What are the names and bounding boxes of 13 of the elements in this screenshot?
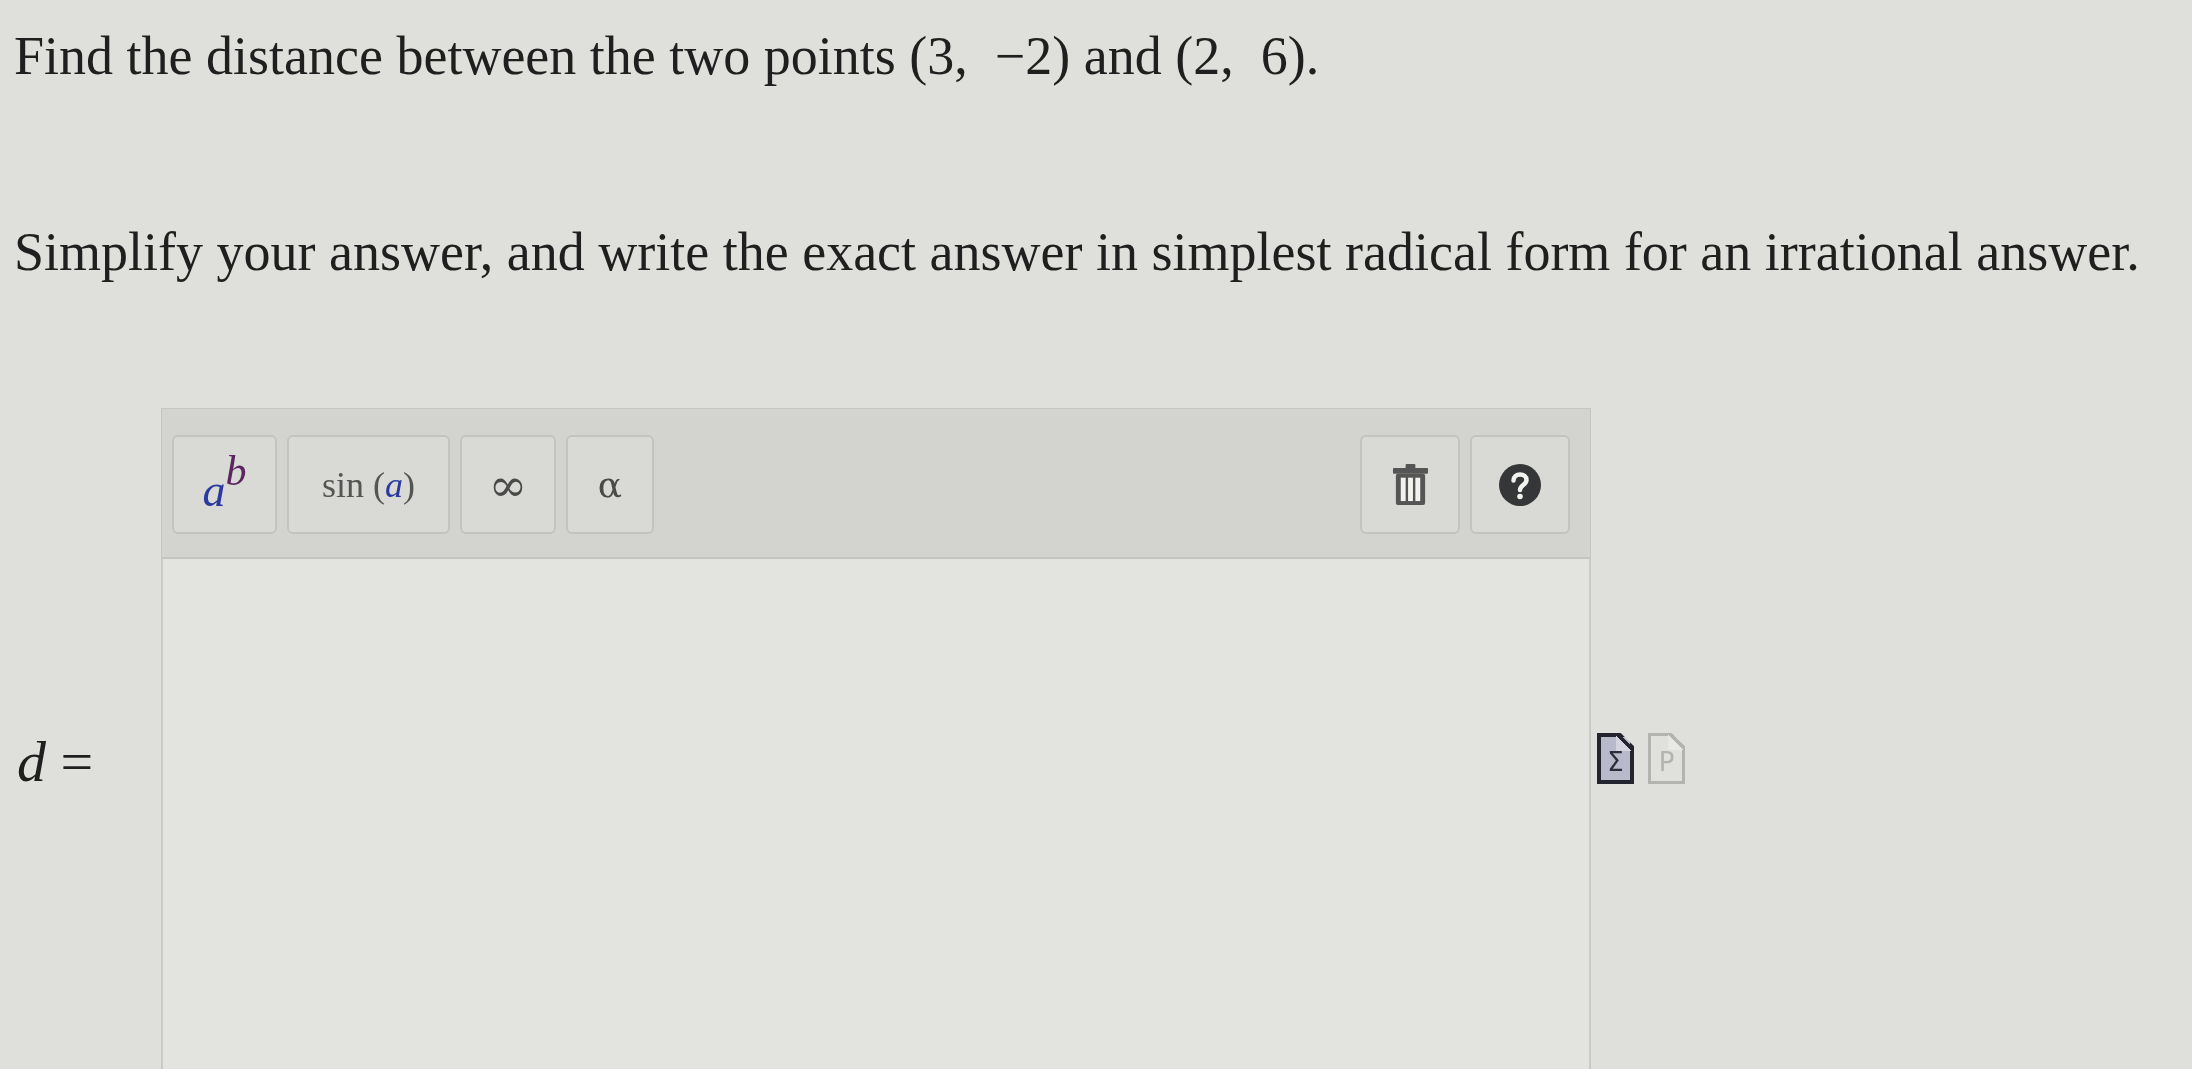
help-icon [1499,463,1541,506]
help-button[interactable] [1470,435,1570,534]
answer-label: d = [17,729,94,794]
clear-button[interactable] [1360,435,1460,534]
symbol-button[interactable]: α [566,435,654,534]
symbol-button[interactable]: ∞ [460,435,556,534]
question-text: Find the distance between the two points (3, −2) and (2, 6). [14,25,1320,87]
trash-icon [1391,463,1429,506]
function-button[interactable]: sin (a) [287,435,450,534]
equation-mode-button[interactable]: Σ [1597,733,1634,784]
exponent-button[interactable]: ab [172,435,277,534]
answer-field[interactable] [161,559,1591,1069]
instruction-text: Simplify your answer, and write the exact answer in simplest radical form for an irrational answer. [14,221,2140,283]
